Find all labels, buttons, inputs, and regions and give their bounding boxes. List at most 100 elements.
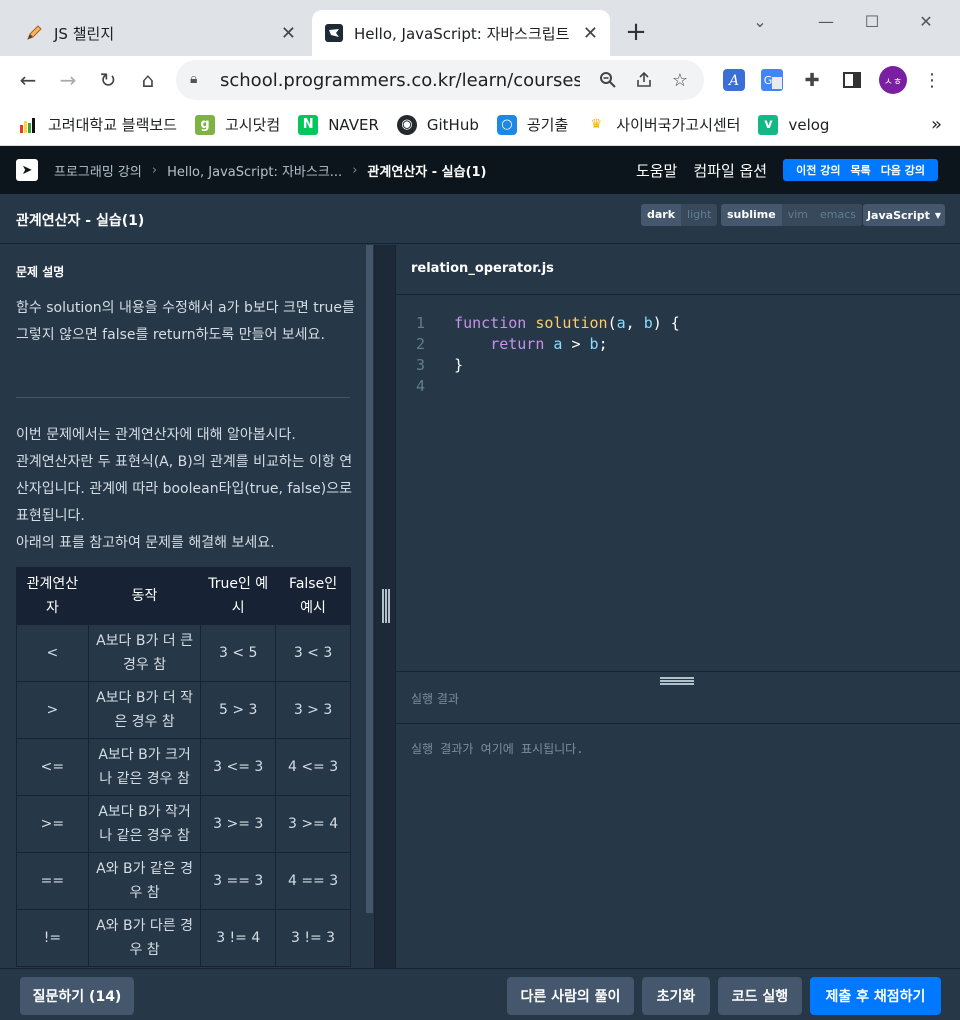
extensions-puzzle-icon[interactable]: ✚ xyxy=(798,66,826,94)
help-link[interactable]: 도움말 xyxy=(636,160,677,181)
intro-line: 아래의 표를 참고하여 문제를 해결해 보세요. xyxy=(16,535,275,551)
bookmarks-overflow-icon[interactable]: » xyxy=(931,114,942,135)
header-actions: 도움말 컴파일 옵션 이전 강의 목록 다음 강의 xyxy=(620,146,938,194)
table-row: > A보다 B가 더 작은 경우 참5 > 33 > 3 xyxy=(16,681,351,739)
close-icon[interactable]: ✕ xyxy=(281,23,296,44)
svg-text:G: G xyxy=(764,74,773,87)
chevron-right-icon: › xyxy=(151,162,158,178)
browser-toolbar: ← → ↻ ⌂ 🔒︎ school.programmers.co.kr/lear… xyxy=(0,56,960,104)
divider xyxy=(396,723,960,724)
window-close-icon[interactable]: ✕ xyxy=(906,6,946,36)
table-cell: A와 B가 다른 경우 참 xyxy=(87,909,202,967)
maximize-icon[interactable]: ☐ xyxy=(852,6,892,36)
theme-light-option[interactable]: light xyxy=(681,204,718,226)
crown-icon: ♛ xyxy=(586,114,607,135)
table-header-row: 관계연산자 동작 True인 예시 False인 예시 xyxy=(16,567,351,625)
browser-tab-js-challenge[interactable]: JS 챌린지 ✕ xyxy=(12,10,308,56)
table-cell: != xyxy=(16,909,89,967)
avatar[interactable]: ㅅㅎ xyxy=(879,66,907,94)
line-number: 1 xyxy=(416,314,426,332)
line-number: 4 xyxy=(416,377,426,395)
result-output: 실행 결과가 여기에 표시됩니다. xyxy=(411,742,584,756)
bookmark-cyber-gosi-center[interactable]: ♛ 사이버국가고시센터 xyxy=(586,114,740,135)
g-icon: g xyxy=(194,114,215,135)
bookmark-naver[interactable]: N NAVER xyxy=(298,114,379,135)
theme-dark-option[interactable]: dark xyxy=(641,204,682,226)
google-translate-icon[interactable]: G xyxy=(758,66,786,94)
bookmark-github[interactable]: ◉ GitHub xyxy=(396,114,479,135)
address-bar[interactable]: 🔒︎ school.programmers.co.kr/learn/course… xyxy=(176,60,704,100)
drag-handle-icon[interactable] xyxy=(382,589,390,623)
bookmark-velog[interactable]: v velog xyxy=(758,114,829,135)
share-icon[interactable] xyxy=(630,66,658,94)
others-solutions-button[interactable]: 다른 사람의 풀이 xyxy=(507,977,634,1015)
prev-lesson-button[interactable]: 이전 강의 xyxy=(796,162,840,178)
column-header: False인 예시 xyxy=(275,567,351,625)
keymap-vim-option[interactable]: vim xyxy=(781,204,814,226)
compile-options-link[interactable]: 컴파일 옵션 xyxy=(693,160,767,181)
home-icon[interactable]: ⌂ xyxy=(132,64,164,96)
bookmark-gonggichul[interactable]: ○ 공기출 xyxy=(496,114,568,135)
panel-splitter[interactable] xyxy=(374,245,396,968)
lesson-title-bar: 관계연산자 - 실습(1) dark light sublime vim ema… xyxy=(0,194,960,244)
blackboard-icon xyxy=(18,114,38,135)
table-row: >= A보다 B가 작거나 같은 경우 참3 >= 33 >= 4 xyxy=(16,795,351,853)
run-code-button[interactable]: 코드 실행 xyxy=(718,977,802,1015)
tab-search-chevron-icon[interactable]: ⌄ xyxy=(740,6,780,36)
table-cell: 3 <= 3 xyxy=(200,738,277,796)
caret-down-icon: ▼ xyxy=(934,210,942,220)
side-panel-icon[interactable] xyxy=(838,66,866,94)
minimize-icon[interactable]: — xyxy=(806,6,846,36)
code-content[interactable]: 1 function solution(a, b) { 2 return a >… xyxy=(416,313,680,397)
line-number: 2 xyxy=(416,335,426,353)
breadcrumb-programming-courses[interactable]: 프로그래밍 강의 xyxy=(54,161,142,180)
reset-button[interactable]: 초기화 xyxy=(642,977,710,1015)
kebab-menu-icon[interactable]: ⋮ xyxy=(918,66,946,94)
forward-arrow-icon[interactable]: → xyxy=(52,64,84,96)
table-row: != A와 B가 다른 경우 참3 != 43 != 3 xyxy=(16,909,351,967)
table-cell: 5 > 3 xyxy=(200,681,277,739)
intro-line: 이번 문제에서는 관계연산자에 대해 알아봅시다. xyxy=(16,427,296,443)
problem-panel: 문제 설명 함수 solution의 내용을 수정해서 a가 b보다 크면 tr… xyxy=(0,245,374,968)
back-arrow-icon[interactable]: ← xyxy=(12,64,44,96)
table-cell: > xyxy=(16,681,89,739)
reload-icon[interactable]: ↻ xyxy=(92,64,124,96)
lesson-list-button[interactable]: 목록 xyxy=(850,162,870,178)
naver-icon: N xyxy=(298,114,319,135)
keymap-sublime-option[interactable]: sublime xyxy=(721,204,782,226)
keymap-emacs-option[interactable]: emacs xyxy=(814,204,863,226)
resize-handle-icon[interactable] xyxy=(660,677,694,685)
zoom-icon[interactable] xyxy=(594,66,622,94)
page-title: 관계연산자 - 실습(1) xyxy=(16,213,145,229)
translate-extension-icon[interactable]: A xyxy=(720,66,748,94)
action-footer: 질문하기 (14) 다른 사람의 풀이 초기화 코드 실행 제출 후 채점하기 xyxy=(0,968,960,1020)
table-cell: <= xyxy=(16,738,89,796)
submit-button[interactable]: 제출 후 채점하기 xyxy=(810,977,941,1015)
scrollbar-thumb[interactable] xyxy=(366,245,373,913)
programmers-logo-icon[interactable]: ➤ xyxy=(16,159,38,181)
url-text[interactable]: school.programmers.co.kr/learn/courses/3… xyxy=(220,70,580,91)
chevron-right-icon: › xyxy=(352,162,358,178)
bookmark-gosidotcom[interactable]: g 고시닷컴 xyxy=(194,114,280,135)
table-row: <= A보다 B가 크거나 같은 경우 참3 <= 34 <= 3 xyxy=(16,738,351,796)
ask-question-button[interactable]: 질문하기 (14) xyxy=(20,977,134,1015)
table-cell: >= xyxy=(16,795,89,853)
language-select[interactable]: JavaScript ▼ xyxy=(863,204,945,226)
table-cell: 3 != 4 xyxy=(200,909,277,967)
browser-tab-hello-javascript[interactable]: Hello, JavaScript: 자바스크립트 ✕ xyxy=(312,10,610,56)
table-cell: 3 >= 3 xyxy=(200,795,277,853)
intro-line: 관계연산자란 두 표현식(A, B)의 관계를 비교하는 이항 연산자입니다. … xyxy=(16,454,353,524)
new-tab-icon[interactable]: + xyxy=(620,16,652,48)
tab-title: JS 챌린지 xyxy=(54,24,115,43)
column-header: 동작 xyxy=(87,567,202,625)
breadcrumb-current: 관계연산자 - 실습(1) xyxy=(367,164,487,180)
scrollbar[interactable] xyxy=(366,245,373,913)
bookmark-star-icon[interactable]: ☆ xyxy=(666,66,694,94)
table-cell: 3 > 3 xyxy=(275,681,351,739)
code-editor[interactable]: relation_operator.js 1 function solution… xyxy=(396,245,960,671)
close-icon[interactable]: ✕ xyxy=(583,23,598,44)
bookmark-korea-univ-blackboard[interactable]: 고려대학교 블랙보드 xyxy=(18,114,177,135)
next-lesson-button[interactable]: 다음 강의 xyxy=(881,162,925,178)
breadcrumb-course[interactable]: Hello, JavaScript: 자바스크... xyxy=(167,161,342,180)
divider xyxy=(16,397,350,398)
